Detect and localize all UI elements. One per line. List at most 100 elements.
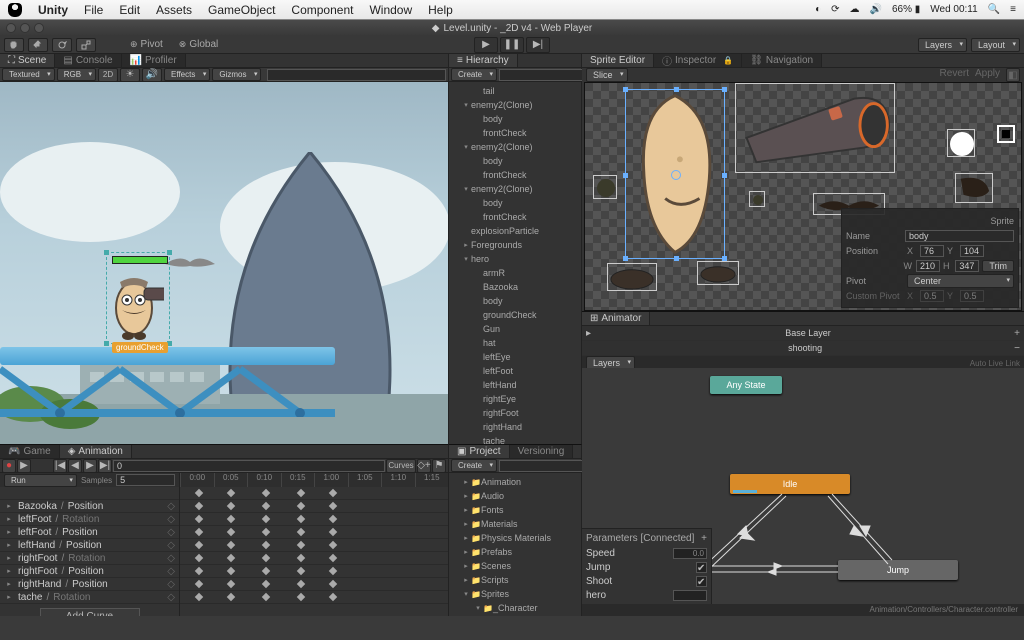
hierarchy-item[interactable]: rightEye: [449, 392, 581, 406]
effects-dropdown[interactable]: Effects: [164, 68, 210, 81]
project-item[interactable]: ▸📁Physics Materials: [449, 531, 581, 545]
name-field[interactable]: [905, 230, 1014, 242]
keyframe[interactable]: [297, 528, 305, 536]
tab-hierarchy[interactable]: ≡ Hierarchy: [449, 54, 518, 67]
keyframe[interactable]: [262, 528, 270, 536]
project-item[interactable]: ▸📁Scripts: [449, 573, 581, 587]
anim-property-row[interactable]: ▸rightFoot / Position◇: [0, 565, 179, 578]
play-button[interactable]: ▶: [474, 37, 498, 53]
param-checkbox[interactable]: ✔: [696, 562, 707, 573]
tab-scene[interactable]: ⛶ Scene: [0, 54, 55, 67]
keyframe[interactable]: [297, 515, 305, 523]
keyframe[interactable]: [262, 580, 270, 588]
prev-frame-button[interactable]: ◀: [68, 459, 82, 473]
gizmos-dropdown[interactable]: Gizmos: [212, 68, 261, 81]
revert-button[interactable]: Revert: [940, 68, 969, 82]
project-item[interactable]: ▸📁Animation: [449, 475, 581, 489]
tab-animator[interactable]: ⊞ Animator: [582, 312, 650, 325]
keyframe[interactable]: [262, 541, 270, 549]
next-key-button[interactable]: ▶|: [98, 459, 112, 473]
add-layer-button[interactable]: +: [1014, 328, 1020, 339]
h-field[interactable]: [955, 260, 979, 272]
keyframe[interactable]: [297, 502, 305, 510]
sync-icon[interactable]: ⟳: [831, 4, 839, 15]
keyframe[interactable]: [297, 580, 305, 588]
layout-dropdown[interactable]: Layout: [971, 38, 1020, 52]
volume-icon[interactable]: 🔊: [870, 4, 882, 15]
project-item[interactable]: ▾📁_Character: [449, 601, 581, 615]
rotate-tool-button[interactable]: [52, 38, 72, 52]
frame-field[interactable]: [113, 460, 385, 472]
keyframe[interactable]: [195, 567, 203, 575]
menu-gameobject[interactable]: GameObject: [200, 3, 283, 17]
hierarchy-item[interactable]: leftEye: [449, 350, 581, 364]
keyframe[interactable]: [195, 502, 203, 510]
menu-assets[interactable]: Assets: [148, 3, 200, 17]
keyframe[interactable]: [262, 593, 270, 601]
cloud-icon[interactable]: ☁: [850, 4, 860, 15]
selection-gizmo[interactable]: [106, 252, 170, 344]
layers-dropdown[interactable]: Layers: [918, 38, 967, 52]
menu-window[interactable]: Window: [361, 3, 420, 17]
project-create[interactable]: Create: [451, 459, 497, 472]
scene-search[interactable]: [267, 69, 446, 81]
tab-versioning[interactable]: Versioning: [510, 445, 574, 458]
keyframe[interactable]: [227, 528, 235, 536]
keyframe[interactable]: [329, 502, 337, 510]
hand-tool-button[interactable]: [4, 38, 24, 52]
keyframe[interactable]: [227, 541, 235, 549]
keyframe[interactable]: [227, 502, 235, 510]
anim-property-row[interactable]: ▸Bazooka / Position◇: [0, 500, 179, 513]
hierarchy-item[interactable]: armR: [449, 266, 581, 280]
trim-button[interactable]: Trim: [982, 260, 1014, 272]
hierarchy-item[interactable]: ▾hero: [449, 252, 581, 266]
sprite-box[interactable]: [997, 125, 1015, 143]
record-button[interactable]: ●: [2, 459, 16, 473]
hierarchy-item[interactable]: frontCheck: [449, 126, 581, 140]
hierarchy-item[interactable]: explosionParticle: [449, 224, 581, 238]
translate-tool-button[interactable]: [28, 38, 48, 52]
w-field[interactable]: [916, 260, 940, 272]
hierarchy-item[interactable]: tail: [449, 84, 581, 98]
keyframe[interactable]: [329, 528, 337, 536]
shading-dropdown[interactable]: Textured: [2, 68, 55, 81]
project-item[interactable]: ▸📁Fonts: [449, 503, 581, 517]
sprite-foot-right[interactable]: [697, 261, 739, 285]
hierarchy-item[interactable]: groundCheck: [449, 308, 581, 322]
curves-toggle[interactable]: Curves: [386, 459, 416, 473]
jump-node[interactable]: Jump: [838, 560, 958, 580]
project-item[interactable]: ▸📁Prefabs: [449, 545, 581, 559]
sprite-eye-right[interactable]: [749, 191, 765, 207]
auto-live-link[interactable]: Auto Live Link: [970, 359, 1020, 368]
any-state-node[interactable]: Any State: [710, 376, 782, 394]
add-param-button[interactable]: +: [701, 533, 707, 544]
tab-project[interactable]: ▣ Project: [449, 445, 510, 458]
param-row[interactable]: Speed: [584, 546, 709, 560]
sprite-eye-left[interactable]: [593, 175, 617, 199]
scene-viewport[interactable]: groundCheck: [0, 82, 448, 444]
keyframe[interactable]: [262, 567, 270, 575]
prev-key-button[interactable]: |◀: [53, 459, 67, 473]
spotlight-icon[interactable]: 🔍: [988, 4, 1000, 15]
param-value[interactable]: [673, 548, 707, 559]
keyframe[interactable]: [262, 554, 270, 562]
keyframe[interactable]: [195, 580, 203, 588]
pause-button[interactable]: ❚❚: [500, 37, 524, 53]
traffic-lights[interactable]: [6, 23, 44, 33]
anim-property-row[interactable]: ▸leftFoot / Rotation◇: [0, 513, 179, 526]
menu-file[interactable]: File: [76, 3, 111, 17]
hierarchy-item[interactable]: body: [449, 154, 581, 168]
keyframe[interactable]: [195, 528, 203, 536]
param-value[interactable]: [673, 590, 707, 601]
menu-help[interactable]: Help: [420, 3, 461, 17]
hierarchy-item[interactable]: frontCheck: [449, 210, 581, 224]
keyframe[interactable]: [227, 554, 235, 562]
sprite-canvas[interactable]: Sprite Name Position X Y W H Trim: [584, 82, 1022, 311]
keyframe[interactable]: [329, 593, 337, 601]
slice-dropdown[interactable]: Slice: [586, 68, 628, 82]
apply-button[interactable]: Apply: [975, 68, 1000, 82]
menu-component[interactable]: Component: [283, 3, 361, 17]
keyframe[interactable]: [297, 567, 305, 575]
keyframe[interactable]: [195, 593, 203, 601]
keyframe[interactable]: [329, 567, 337, 575]
